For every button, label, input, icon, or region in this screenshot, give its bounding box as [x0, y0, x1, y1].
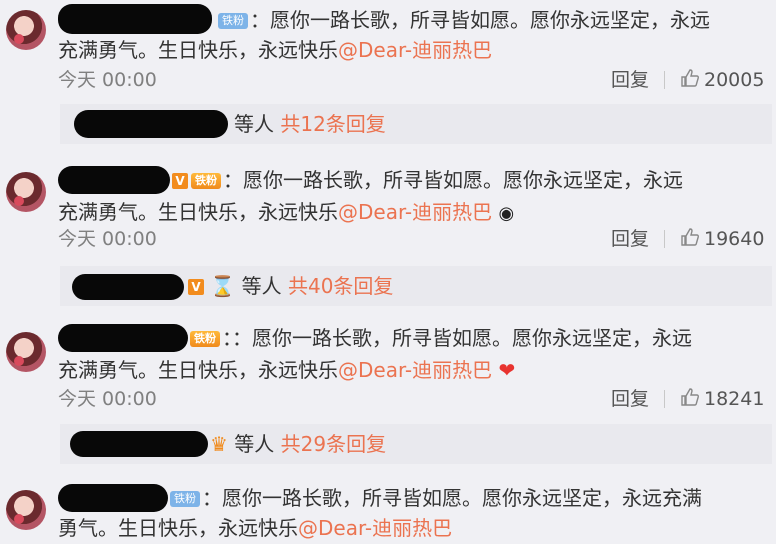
comment-text-line: 充满勇气。生日快乐，永远快乐@Dear-迪丽热巴 ❤: [58, 358, 516, 382]
like-button[interactable]: 18241: [680, 386, 764, 412]
fan-badge: 铁粉: [191, 173, 221, 189]
like-button[interactable]: 20005: [680, 67, 764, 93]
thumbs-up-icon: [681, 69, 699, 87]
comment-text-line: 充满勇气。生日快乐，永远快乐@Dear-迪丽热巴 ◉: [58, 200, 515, 224]
avatar[interactable]: [6, 332, 46, 372]
comment-text-line: 铁粉 ：：愿你一路长歌，所寻皆如愿。愿你永远坚定，永远: [58, 324, 770, 352]
v-badge-icon: V: [172, 173, 188, 189]
avatar[interactable]: [6, 10, 46, 50]
timestamp: 今天 00:00: [58, 69, 157, 91]
mention-link[interactable]: @Dear-迪丽热巴: [338, 200, 492, 224]
fan-badge: 铁粉: [218, 13, 248, 29]
reply-button[interactable]: 回复: [611, 67, 649, 93]
avatar[interactable]: [6, 490, 46, 530]
timestamp: 今天 00:00: [58, 388, 157, 410]
comment-text-line: 充满勇气。生日快乐，永远快乐@Dear-迪丽热巴: [58, 38, 493, 62]
sub-reply-count[interactable]: 共12条回复: [280, 112, 385, 136]
sub-replies-bar[interactable]: 等人 共12条回复: [60, 104, 772, 144]
redacted-username: [70, 431, 208, 457]
redacted-username: [72, 274, 184, 300]
mention-link[interactable]: @Dear-迪丽热巴: [338, 358, 492, 382]
comment-text-line: V 铁粉 ：愿你一路长歌，所寻皆如愿。愿你永远坚定，永远: [58, 166, 770, 194]
cherry-emoji-icon: ◉: [498, 203, 515, 224]
reply-button[interactable]: 回复: [611, 386, 649, 412]
like-button[interactable]: 19640: [680, 226, 764, 252]
like-count: 19640: [704, 228, 765, 250]
divider: [664, 71, 665, 89]
fan-crown-icon: ♛: [210, 432, 228, 456]
comment-text-line: 勇气。生日快乐，永远快乐@Dear-迪丽热巴: [58, 516, 453, 540]
like-count: 18241: [704, 388, 765, 410]
reply-button[interactable]: 回复: [611, 226, 649, 252]
mention-link[interactable]: @Dear-迪丽热巴: [338, 38, 492, 62]
sub-reply-count[interactable]: 共29条回复: [281, 432, 386, 456]
sub-reply-count[interactable]: 共40条回复: [288, 274, 393, 298]
timestamp: 今天 00:00: [58, 228, 157, 250]
divider: [664, 230, 665, 248]
thumbs-up-icon: [681, 228, 699, 246]
avatar[interactable]: [6, 172, 46, 212]
v-badge-icon: V: [188, 279, 204, 295]
comment-text-line: 铁粉 ：愿你一路长歌，所寻皆如愿。愿你永远坚定，永远充满: [58, 484, 770, 512]
divider: [664, 390, 665, 408]
like-count: 20005: [704, 69, 765, 91]
fan-badge: 铁粉: [190, 331, 220, 347]
hourglass-icon: ⌛: [210, 274, 236, 298]
fan-badge: 铁粉: [170, 491, 200, 507]
mention-link[interactable]: @Dear-迪丽热巴: [298, 516, 452, 540]
thumbs-up-icon: [681, 388, 699, 406]
redacted-username: [74, 110, 228, 138]
sub-replies-bar[interactable]: V ⌛ 等人 共40条回复: [60, 266, 772, 306]
comment-text-line: 铁粉 ：愿你一路长歌，所寻皆如愿。愿你永远坚定，永远: [58, 6, 770, 34]
heart-icon: ❤: [498, 358, 516, 382]
sub-replies-bar[interactable]: ♛ 等人 共29条回复: [60, 424, 772, 464]
